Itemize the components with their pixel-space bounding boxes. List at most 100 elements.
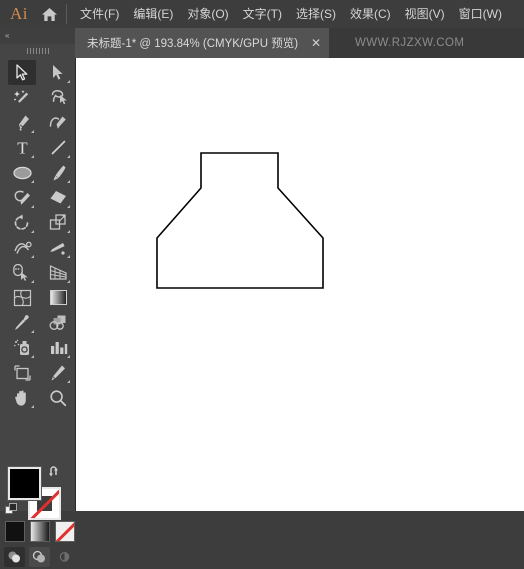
ai-logo: Ai: [10, 4, 28, 23]
home-icon[interactable]: [34, 0, 64, 28]
magic-wand-tool-icon[interactable]: [8, 85, 36, 110]
selection-tool-icon[interactable]: [8, 60, 36, 85]
menu-type[interactable]: 文字(T): [236, 0, 289, 28]
eraser-tool-icon[interactable]: [44, 185, 72, 210]
document-canvas[interactable]: [75, 58, 524, 511]
tool-expand-corner-icon: [31, 155, 34, 158]
watermark-text: WWW.RJZXW.COM: [355, 37, 465, 49]
menu-window[interactable]: 窗口(W): [452, 0, 509, 28]
tool-expand-corner-icon: [67, 280, 70, 283]
menu-object[interactable]: 对象(O): [180, 0, 235, 28]
symbol-sprayer-tool-icon[interactable]: [8, 335, 36, 360]
tool-row: [0, 360, 75, 385]
tool-row: [0, 185, 75, 210]
ellipse-tool-icon[interactable]: [8, 160, 36, 185]
lasso-tool-icon[interactable]: [44, 85, 72, 110]
tool-expand-corner-icon: [31, 205, 34, 208]
fill-mode-gradient[interactable]: [30, 521, 50, 542]
tool-expand-corner-icon: [31, 230, 34, 233]
gradient-tool-icon[interactable]: [44, 285, 72, 310]
direct-selection-tool-icon[interactable]: [44, 60, 72, 85]
zoom-tool-icon[interactable]: [44, 385, 72, 410]
document-tab-bar: « 未标题-1* @ 193.84% (CMYK/GPU 预览) ✕ WWW.R…: [0, 28, 524, 58]
type-tool-icon[interactable]: T: [8, 135, 36, 160]
document-tab[interactable]: 未标题-1* @ 193.84% (CMYK/GPU 预览) ✕: [75, 28, 330, 58]
tool-expand-corner-icon: [31, 405, 34, 408]
panel-collapse-arrows[interactable]: «: [0, 28, 75, 44]
toolbar-drag-handle[interactable]: [0, 44, 75, 58]
draw-behind-mode[interactable]: [29, 547, 50, 567]
tool-row: [0, 235, 75, 260]
swap-fill-stroke-icon[interactable]: [48, 465, 62, 479]
width-tool-icon[interactable]: [8, 235, 36, 260]
tool-expand-corner-icon: [67, 80, 70, 83]
tool-row: [0, 160, 75, 185]
rotate-tool-icon[interactable]: [8, 210, 36, 235]
tool-expand-corner-icon: [67, 155, 70, 158]
blend-tool-icon[interactable]: [44, 310, 72, 335]
hand-tool-icon[interactable]: [8, 385, 36, 410]
menu-effect[interactable]: 效果(C): [343, 0, 398, 28]
tool-row: [0, 260, 75, 285]
octagon-path[interactable]: [156, 152, 324, 289]
fill-mode-color[interactable]: [5, 521, 25, 542]
none-slash-icon: [56, 522, 74, 541]
mesh-tool-icon[interactable]: [8, 285, 36, 310]
draw-inside-mode[interactable]: [54, 547, 75, 567]
tool-row: [0, 85, 75, 110]
tool-expand-corner-icon: [31, 280, 34, 283]
tool-row: [0, 385, 75, 410]
tool-row: [0, 110, 75, 135]
tools-panel: T: [0, 58, 75, 569]
draw-normal-mode[interactable]: [4, 547, 25, 567]
slice-tool-icon[interactable]: [44, 360, 72, 385]
artwork-layer: [156, 152, 324, 289]
free-transform-tool-icon[interactable]: [44, 235, 72, 260]
tool-grid: T: [0, 60, 75, 410]
tool-expand-corner-icon: [31, 355, 34, 358]
menu-edit[interactable]: 编辑(E): [126, 0, 180, 28]
menubar-separator: [66, 4, 67, 24]
tool-row: [0, 60, 75, 85]
menu-view[interactable]: 视图(V): [398, 0, 452, 28]
tool-row: [0, 285, 75, 310]
column-graph-tool-icon[interactable]: [44, 335, 72, 360]
default-fill-stroke-icon[interactable]: [5, 503, 18, 516]
close-icon[interactable]: ✕: [310, 36, 322, 50]
menu-bar: Ai 文件(F) 编辑(E) 对象(O) 文字(T) 选择(S) 效果(C) 视…: [0, 0, 524, 28]
paintbrush-tool-icon[interactable]: [44, 160, 72, 185]
color-swatch-area: [0, 463, 75, 523]
svg-text:T: T: [17, 139, 28, 156]
tool-expand-corner-icon: [31, 255, 34, 258]
scale-tool-icon[interactable]: [44, 210, 72, 235]
tool-expand-corner-icon: [67, 380, 70, 383]
tool-row: [0, 210, 75, 235]
grip-dots-icon: [26, 48, 49, 54]
shaper-tool-icon[interactable]: [8, 185, 36, 210]
curvature-tool-icon[interactable]: [44, 110, 72, 135]
menu-file[interactable]: 文件(F): [73, 0, 126, 28]
fill-mode-buttons: [0, 521, 75, 545]
artboard-tool-icon[interactable]: [8, 360, 36, 385]
menu-item-list: 文件(F) 编辑(E) 对象(O) 文字(T) 选择(S) 效果(C) 视图(V…: [73, 0, 509, 28]
tool-expand-corner-icon: [67, 180, 70, 183]
document-tab-title: 未标题-1* @ 193.84% (CMYK/GPU 预览): [87, 38, 299, 50]
tool-expand-corner-icon: [31, 130, 34, 133]
tool-expand-corner-icon: [31, 330, 34, 333]
menu-select[interactable]: 选择(S): [289, 0, 343, 28]
line-segment-tool-icon[interactable]: [44, 135, 72, 160]
tool-expand-corner-icon: [67, 355, 70, 358]
tool-expand-corner-icon: [67, 205, 70, 208]
tool-row: T: [0, 135, 75, 160]
draw-mode-buttons: [0, 545, 75, 569]
shape-builder-tool-icon[interactable]: [8, 260, 36, 285]
perspective-grid-tool-icon[interactable]: [44, 260, 72, 285]
tool-row: [0, 335, 75, 360]
tool-expand-corner-icon: [31, 180, 34, 183]
fill-color-swatch[interactable]: [8, 467, 41, 500]
tool-row: [0, 310, 75, 335]
eyedropper-tool-icon[interactable]: [8, 310, 36, 335]
pen-tool-icon[interactable]: [8, 110, 36, 135]
tool-expand-corner-icon: [67, 230, 70, 233]
fill-mode-none[interactable]: [55, 521, 75, 542]
